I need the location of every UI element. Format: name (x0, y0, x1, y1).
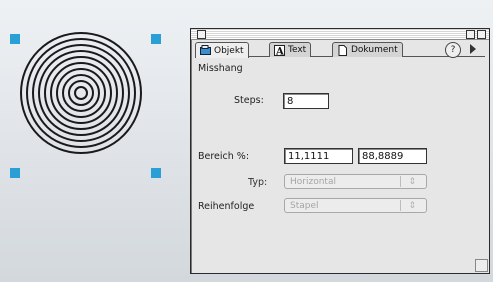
palette-tabs: Objekt A Text Dokument (195, 42, 485, 58)
blend-circles-object[interactable] (19, 31, 143, 155)
popup-arrows-icon: ⇕ (408, 201, 416, 211)
selection-handle-bottom-right[interactable] (151, 168, 161, 178)
collapse-box-icon[interactable] (477, 30, 486, 39)
selection-handle-top-right[interactable] (151, 34, 161, 44)
bereich-label: Bereich %: (198, 151, 250, 162)
tab-objekt[interactable]: Objekt (195, 42, 249, 58)
tab-objekt-label: Objekt (214, 45, 244, 56)
palette-menu-arrow-icon[interactable] (470, 44, 476, 54)
tab-text[interactable]: A Text (269, 42, 312, 57)
document-icon (338, 44, 347, 56)
reihenfolge-select-value: Stapel (290, 201, 319, 211)
popup-separator (400, 176, 401, 187)
reihenfolge-label: Reihenfolge (198, 201, 255, 212)
tab-text-label: Text (288, 45, 307, 55)
help-button[interactable]: ? (445, 42, 461, 58)
text-icon: A (274, 44, 285, 56)
typ-label: Typ: (248, 177, 268, 188)
steps-input[interactable]: 8 (283, 93, 329, 109)
tab-dokument[interactable]: Dokument (332, 42, 403, 57)
object-icon (200, 45, 211, 55)
bereich-to-input[interactable]: 88,8889 (358, 148, 427, 164)
tab-dokument-label: Dokument (351, 45, 398, 55)
typ-select-value: Horizontal (290, 177, 336, 187)
svg-text:A: A (275, 46, 284, 56)
bereich-from-input[interactable]: 11,1111 (284, 148, 353, 164)
zoom-box-icon[interactable] (466, 30, 475, 39)
steps-label: Steps: (234, 95, 264, 106)
popup-separator (400, 200, 401, 211)
palette-titlebar[interactable] (191, 29, 489, 40)
resize-grip-icon[interactable] (475, 259, 488, 272)
close-box-icon[interactable] (197, 30, 206, 39)
section-title: Misshang (198, 63, 243, 74)
popup-arrows-icon: ⇕ (408, 177, 416, 187)
measurements-palette: Objekt A Text Dokument ? Misshang Steps:… (190, 28, 490, 274)
help-icon: ? (450, 45, 456, 55)
typ-select[interactable]: Horizontal ⇕ (284, 174, 427, 189)
reihenfolge-select[interactable]: Stapel ⇕ (284, 198, 427, 213)
selection-handle-bottom-left[interactable] (10, 168, 20, 178)
